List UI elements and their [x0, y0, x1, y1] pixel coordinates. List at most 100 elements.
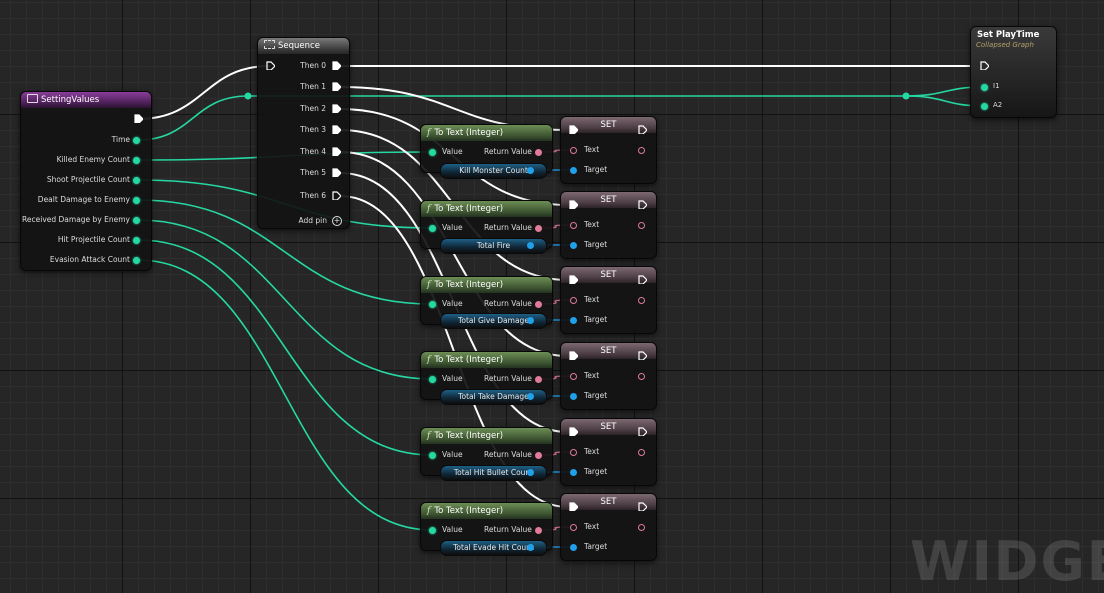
function-icon: f	[427, 280, 431, 290]
variable-out-pin[interactable]	[526, 468, 534, 476]
sequence-then-exec-out[interactable]	[332, 104, 341, 113]
set-playtime-pin[interactable]	[980, 102, 988, 110]
to-text-return-label: Return Value	[484, 450, 532, 459]
set-exec-out[interactable]	[638, 427, 647, 436]
set-target-label: Target	[584, 467, 608, 476]
set-text-label: Text	[584, 220, 600, 229]
set-target-pin[interactable]	[569, 316, 577, 324]
set-text-pin[interactable]	[569, 221, 577, 229]
setting-values-pin[interactable]	[132, 196, 140, 204]
to-text-value-label: Value	[442, 299, 463, 308]
set-text-out-pin[interactable]	[637, 296, 645, 304]
set-exec-in[interactable]	[569, 125, 578, 134]
set-text-out-pin[interactable]	[637, 523, 645, 531]
set-text-out-pin[interactable]	[637, 448, 645, 456]
setting-values-header[interactable]: SettingValues	[21, 92, 151, 108]
set-target-label: Target	[584, 165, 608, 174]
sequence-then-label: Then 5	[300, 168, 326, 177]
set-exec-out[interactable]	[638, 200, 647, 209]
set-text-pin[interactable]	[569, 146, 577, 154]
sequence-then-exec-out[interactable]	[332, 82, 341, 91]
sequence-exec-in[interactable]	[266, 61, 275, 70]
to-text-value-pin[interactable]	[428, 451, 436, 459]
to-text-header[interactable]: f To Text (Integer)	[421, 352, 552, 368]
to-text-value-label: Value	[442, 374, 463, 383]
variable-out-pin[interactable]	[526, 166, 534, 174]
to-text-return-pin[interactable]	[534, 526, 542, 534]
to-text-value-pin[interactable]	[428, 526, 436, 534]
set-playtime-pin[interactable]	[980, 83, 988, 91]
add-pin-icon[interactable]: +	[332, 216, 342, 226]
set-target-pin[interactable]	[569, 166, 577, 174]
sequence-then-exec-out[interactable]	[332, 125, 341, 134]
to-text-return-pin[interactable]	[534, 148, 542, 156]
set-target-pin[interactable]	[569, 241, 577, 249]
set-exec-in[interactable]	[569, 275, 578, 284]
set-playtime-exec-in[interactable]	[980, 61, 989, 70]
to-text-return-pin[interactable]	[534, 224, 542, 232]
set-exec-out[interactable]	[638, 502, 647, 511]
set-text-out-pin[interactable]	[637, 372, 645, 380]
set-target-pin[interactable]	[569, 543, 577, 551]
sequence-add-pin-label[interactable]: Add pin	[298, 216, 327, 225]
to-text-header[interactable]: f To Text (Integer)	[421, 277, 552, 293]
to-text-title: To Text (Integer)	[434, 506, 504, 516]
setting-values-pin[interactable]	[132, 256, 140, 264]
to-text-value-pin[interactable]	[428, 148, 436, 156]
set-target-pin[interactable]	[569, 392, 577, 400]
sequence-then-exec-out[interactable]	[332, 191, 341, 200]
sequence-then-exec-out[interactable]	[332, 61, 341, 70]
sequence-then-exec-out[interactable]	[332, 147, 341, 156]
to-text-header[interactable]: f To Text (Integer)	[421, 428, 552, 444]
to-text-title: To Text (Integer)	[434, 128, 504, 138]
reroute-knot[interactable]	[244, 92, 252, 100]
function-icon: f	[427, 506, 431, 516]
set-text-pin[interactable]	[569, 296, 577, 304]
setting-values-title: SettingValues	[41, 95, 100, 105]
sequence-then-label: Then 2	[300, 104, 326, 113]
to-text-return-label: Return Value	[484, 299, 532, 308]
setting-values-pin[interactable]	[132, 236, 140, 244]
setting-values-exec-out[interactable]	[134, 114, 143, 123]
variable-out-pin[interactable]	[526, 543, 534, 551]
variable-out-pin[interactable]	[526, 316, 534, 324]
to-text-return-pin[interactable]	[534, 451, 542, 459]
set-exec-in[interactable]	[569, 351, 578, 360]
sequence-then-exec-out[interactable]	[332, 168, 341, 177]
to-text-return-label: Return Value	[484, 374, 532, 383]
variable-out-pin[interactable]	[526, 241, 534, 249]
setting-values-pin[interactable]	[132, 156, 140, 164]
setting-values-pin[interactable]	[132, 176, 140, 184]
set-exec-in[interactable]	[569, 200, 578, 209]
set-text-label: Text	[584, 145, 600, 154]
set-text-pin[interactable]	[569, 448, 577, 456]
setting-values-pin[interactable]	[132, 216, 140, 224]
to-text-header[interactable]: f To Text (Integer)	[421, 201, 552, 217]
set-text-out-pin[interactable]	[637, 146, 645, 154]
to-text-title: To Text (Integer)	[434, 355, 504, 365]
sequence-header[interactable]: Sequence	[258, 38, 349, 54]
to-text-value-pin[interactable]	[428, 375, 436, 383]
variable-out-pin[interactable]	[526, 392, 534, 400]
set-exec-out[interactable]	[638, 125, 647, 134]
to-text-value-pin[interactable]	[428, 300, 436, 308]
set-text-out-pin[interactable]	[637, 221, 645, 229]
set-playtime-title: Set PlayTime	[977, 30, 1040, 40]
to-text-return-pin[interactable]	[534, 300, 542, 308]
reroute-knot[interactable]	[902, 92, 910, 100]
set-exec-in[interactable]	[569, 427, 578, 436]
to-text-header[interactable]: f To Text (Integer)	[421, 503, 552, 519]
set-exec-out[interactable]	[638, 275, 647, 284]
to-text-return-label: Return Value	[484, 525, 532, 534]
set-target-pin[interactable]	[569, 468, 577, 476]
to-text-return-pin[interactable]	[534, 375, 542, 383]
to-text-value-pin[interactable]	[428, 224, 436, 232]
to-text-header[interactable]: f To Text (Integer)	[421, 125, 552, 141]
set-exec-in[interactable]	[569, 502, 578, 511]
set-exec-out[interactable]	[638, 351, 647, 360]
set-text-pin[interactable]	[569, 372, 577, 380]
setting-values-pin-label: Dealt Damage to Enemy	[37, 195, 130, 204]
setting-values-pin[interactable]	[132, 136, 140, 144]
setting-values-pin-label: Received Damage by Enemy	[22, 215, 130, 224]
set-text-pin[interactable]	[569, 523, 577, 531]
